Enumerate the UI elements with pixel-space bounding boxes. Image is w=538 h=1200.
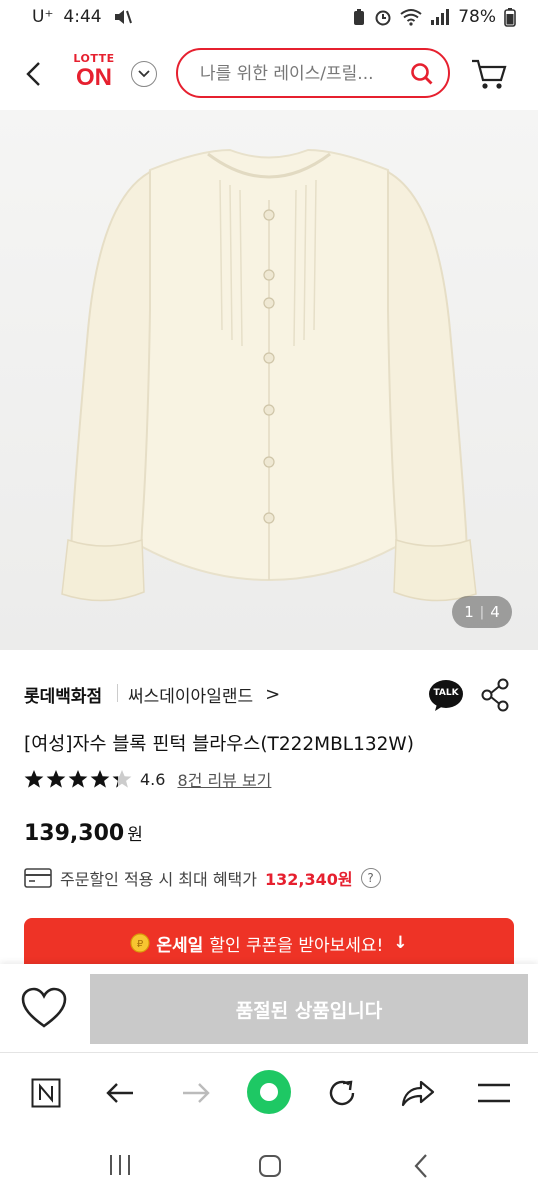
recent-apps-icon[interactable]	[108, 1154, 132, 1176]
forward-button[interactable]	[176, 1073, 216, 1113]
rating-value: 4.6	[140, 769, 166, 789]
wifi-icon	[400, 9, 422, 26]
product-title: [여성]자수 블록 핀턱 블라우스(T222MBL132W)	[24, 734, 414, 755]
home-icon[interactable]	[258, 1154, 282, 1178]
green-dot-button[interactable]	[246, 1069, 292, 1115]
coupon-text: 할인 쿠폰을 받아보세요!	[209, 935, 384, 956]
purchase-bar: 품절된 상품입니다	[0, 964, 538, 1052]
kakao-talk-icon[interactable]: TALK	[428, 678, 464, 714]
heart-icon[interactable]	[20, 986, 68, 1030]
back-arrow-icon[interactable]	[24, 60, 44, 88]
reload-button[interactable]	[322, 1073, 362, 1113]
search-box[interactable]	[176, 48, 450, 98]
brand-divider	[117, 684, 118, 702]
browser-toolbar	[0, 1052, 538, 1131]
store-brand[interactable]: 롯데백화점	[24, 680, 102, 708]
menu-button[interactable]	[474, 1073, 514, 1113]
hamburger-icon	[478, 1083, 510, 1103]
review-link[interactable]: 8건 리뷰 보기	[177, 767, 271, 791]
system-back-icon[interactable]	[412, 1153, 430, 1179]
download-arrow-icon: ↓	[393, 933, 408, 953]
signal-icon	[431, 9, 450, 25]
benefit-row: 주문할인 적용 시 최대 혜택가 132,340원 ?	[24, 864, 381, 892]
status-bar: U⁺ 4:44 78%	[0, 0, 538, 36]
rating-stars-icon	[24, 770, 132, 788]
arrow-right-icon	[183, 1083, 210, 1103]
image-total: 4	[490, 603, 500, 621]
clock: 4:44	[63, 7, 102, 27]
search-input[interactable]	[198, 59, 402, 89]
sub-brand-label: 써스데이아일랜드	[128, 686, 254, 707]
price-unit: 원	[127, 825, 143, 845]
share-icon[interactable]	[480, 678, 510, 712]
help-icon[interactable]: ?	[360, 868, 381, 888]
search-icon[interactable]	[410, 62, 434, 86]
svg-text:₽: ₽	[137, 939, 144, 950]
coin-icon: ₽	[130, 933, 150, 953]
chevron-down-icon	[138, 70, 150, 78]
chevron-right-icon: >	[265, 683, 281, 705]
product-image-gallery[interactable]: 1 | 4	[0, 110, 538, 650]
image-counter: 1 | 4	[452, 596, 512, 628]
coupon-strong: 온세일	[156, 935, 204, 956]
app-header: LOTTE ON	[0, 36, 538, 110]
sub-brand-link[interactable]: 써스데이아일랜드 >	[128, 680, 280, 708]
share-page-button[interactable]	[398, 1073, 438, 1113]
reload-icon	[329, 1080, 355, 1106]
share-arrow-icon	[401, 1080, 435, 1107]
lotte-on-logo[interactable]: LOTTE ON	[66, 52, 122, 96]
image-current: 1	[464, 603, 474, 621]
green-dot-icon	[247, 1070, 291, 1114]
benefit-text: 주문할인 적용 시 최대 혜택가	[60, 870, 257, 889]
coupon-banner[interactable]: ₽ 온세일 할인 쿠폰을 받아보세요! ↓	[24, 918, 514, 968]
benefit-price: 132,340원	[264, 870, 353, 889]
arrow-left-icon	[106, 1083, 133, 1103]
price-row: 139,300 원	[24, 820, 143, 846]
logo-bottom-text: ON	[76, 64, 112, 91]
talk-label: TALK	[433, 688, 459, 698]
menu-dropdown-button[interactable]	[131, 61, 157, 87]
price-value: 139,300	[24, 821, 125, 846]
carrier-label: U⁺	[32, 7, 54, 27]
naver-n-icon	[31, 1078, 61, 1108]
blouse-image	[61, 148, 477, 602]
soldout-button[interactable]: 품절된 상품입니다	[90, 974, 528, 1044]
battery-saver-icon	[354, 9, 365, 25]
back-button[interactable]	[100, 1073, 140, 1113]
cart-icon[interactable]	[470, 58, 508, 92]
alarm-icon	[375, 10, 391, 26]
system-navigation-bar	[0, 1130, 538, 1200]
naver-home-button[interactable]	[26, 1073, 66, 1113]
battery-level: 78%	[458, 7, 496, 27]
battery-icon	[504, 8, 516, 27]
mute-icon	[114, 10, 132, 24]
card-icon	[24, 868, 52, 888]
rating-row: 4.6 8건 리뷰 보기	[24, 766, 271, 792]
